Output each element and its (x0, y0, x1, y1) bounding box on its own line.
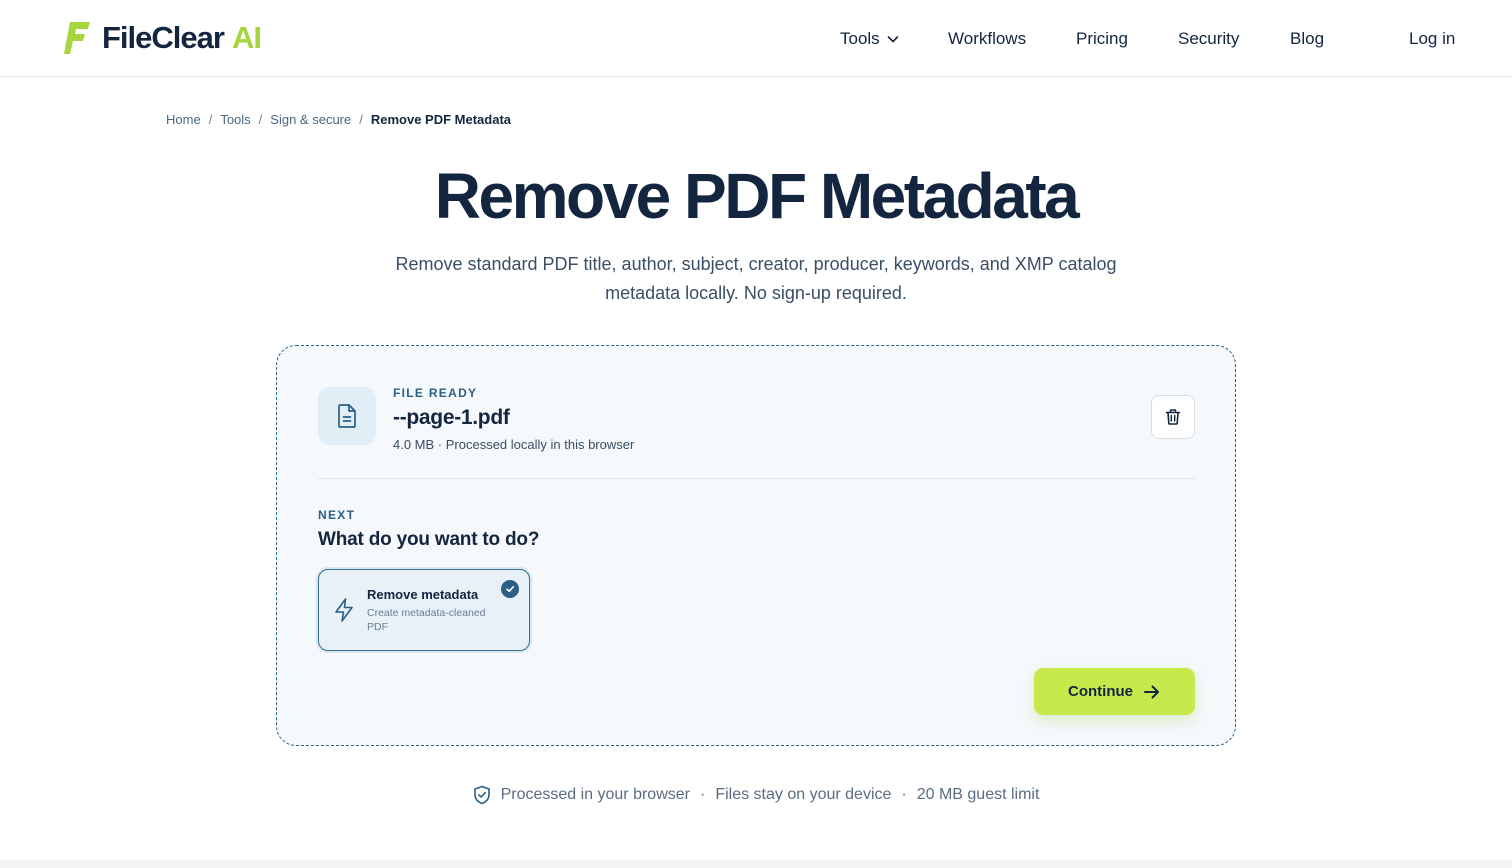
card-divider (318, 478, 1196, 479)
main-nav: Tools Workflows Pricing Security Blog Lo… (0, 28, 1512, 50)
option-description: Create metadata-cleaned PDF (367, 607, 486, 633)
file-status-label: FILE READY (393, 386, 478, 400)
continue-button[interactable]: Continue (1034, 668, 1195, 715)
trust-limit: 20 MB guest limit (916, 786, 1040, 803)
option-title: Remove metadata (367, 587, 479, 602)
breadcrumb-category[interactable]: Sign & secure (270, 112, 351, 127)
page-title: Remove PDF Metadata (434, 160, 1080, 232)
footer-edge (0, 860, 1512, 868)
breadcrumb-tools[interactable]: Tools (220, 112, 250, 127)
file-name: --page-1.pdf (393, 406, 510, 429)
check-icon (501, 580, 519, 598)
file-icon-container (318, 387, 376, 445)
breadcrumb-current: Remove PDF Metadata (370, 112, 512, 127)
next-step-question: What do you want to do? (318, 529, 540, 550)
breadcrumb-separator: / (208, 112, 213, 127)
nav-workflows[interactable]: Workflows (948, 28, 1026, 50)
file-meta: 4.0 MB · Processed locally in this brows… (393, 437, 635, 452)
nav-security[interactable]: Security (1178, 28, 1239, 50)
remove-metadata-option[interactable]: Remove metadata Create metadata-cleaned … (318, 569, 530, 651)
chevron-down-icon (887, 36, 898, 43)
site-header: FileClear AI Tools Workflows Pricing Secu… (0, 0, 1512, 77)
breadcrumb-separator: / (359, 112, 363, 127)
upload-card: FILE READY --page-1.pdf 4.0 MB · Process… (276, 345, 1236, 746)
continue-label: Continue (1068, 683, 1133, 700)
delete-file-button[interactable] (1151, 395, 1195, 439)
trust-separator: · (901, 786, 907, 803)
nav-tools-label: Tools (840, 29, 880, 48)
breadcrumb: Home / Tools / Sign & secure / Remove PD… (166, 112, 511, 127)
nav-tools-dropdown[interactable]: Tools (840, 28, 900, 50)
nav-pricing[interactable]: Pricing (1076, 28, 1128, 50)
shield-check-icon (473, 785, 490, 805)
nav-blog[interactable]: Blog (1290, 28, 1324, 50)
trust-indicators: Processed in your browser · Files stay o… (0, 785, 1512, 805)
trash-icon (1165, 409, 1181, 425)
trust-separator: · (699, 786, 706, 803)
arrow-right-icon (1144, 685, 1159, 698)
lightning-icon (335, 598, 353, 622)
trust-device: Files stay on your device (715, 786, 892, 803)
next-step-label: NEXT (318, 508, 356, 522)
page-subtitle: Remove standard PDF title, author, subje… (395, 254, 1117, 303)
login-link[interactable]: Log in (1409, 28, 1455, 50)
breadcrumb-separator: / (258, 112, 263, 127)
trust-browser: Processed in your browser (500, 786, 690, 803)
breadcrumb-home[interactable]: Home (166, 112, 201, 127)
document-icon (338, 404, 356, 428)
